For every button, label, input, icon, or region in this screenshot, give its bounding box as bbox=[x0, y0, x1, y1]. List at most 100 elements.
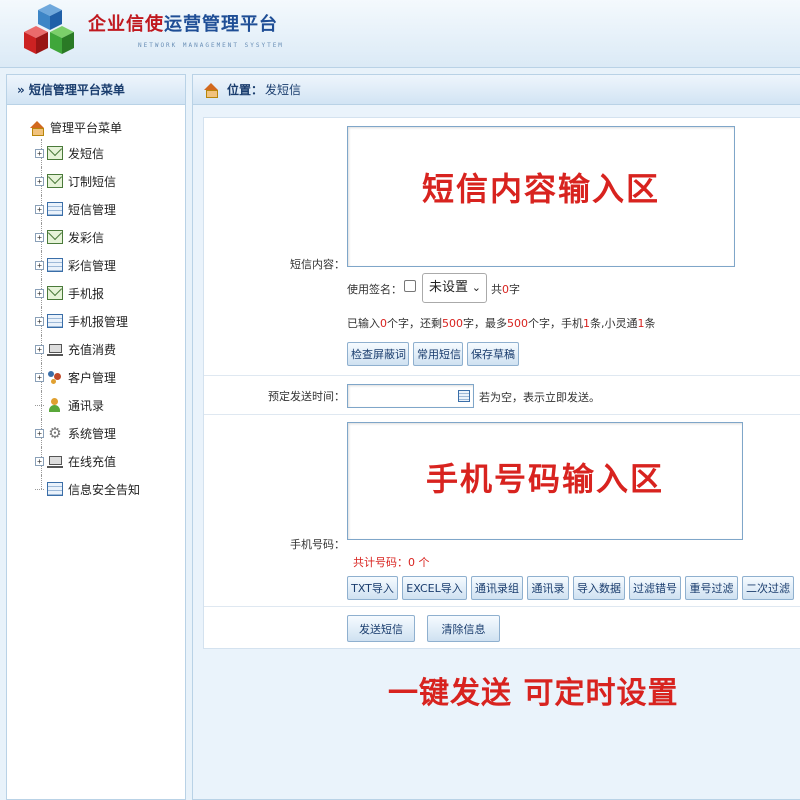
users-icon bbox=[47, 370, 63, 384]
stats-text-6: 条 bbox=[644, 317, 656, 330]
sidebar-item[interactable]: + 短信管理 bbox=[29, 195, 185, 223]
sidebar-item-label: 信息安全告知 bbox=[68, 482, 141, 497]
expand-icon[interactable]: + bbox=[35, 232, 44, 242]
phone-label: 手机号码： bbox=[290, 538, 345, 551]
breadcrumb-prefix: 位置： bbox=[227, 82, 264, 97]
sidebar-item-label: 订制短信 bbox=[68, 174, 117, 189]
mail-icon bbox=[47, 174, 63, 188]
sidebar-item[interactable]: + 手机报 bbox=[29, 279, 185, 307]
home-icon bbox=[203, 82, 219, 98]
expand-icon[interactable]: + bbox=[35, 372, 44, 382]
excel-import-button[interactable]: EXCEL导入 bbox=[402, 576, 467, 600]
brand-title-blue: 运营管理平台 bbox=[164, 14, 278, 35]
menu-tree-items: + 发短信 + 订制短信 + 短信管理 + 发彩信 + 彩信管理 + 手机报 + 手机报管理 + 充值消费 + 客… bbox=[29, 139, 185, 503]
send-sms-form: 短信内容输入区 短信内容： 使用签名： 未设置 ⌄ 共0字 已输入0个字，还剩5… bbox=[203, 117, 800, 649]
char-total-value: 0 bbox=[502, 283, 509, 296]
sidebar-item[interactable]: + 客户管理 bbox=[29, 363, 185, 391]
divider bbox=[204, 375, 800, 376]
filter-invalid-button[interactable]: 过滤错号 bbox=[629, 576, 681, 600]
sidebar-item-label: 通讯录 bbox=[68, 398, 105, 413]
cart-icon bbox=[47, 342, 63, 356]
contacts-button[interactable]: 通讯录 bbox=[527, 576, 569, 600]
brand-title-red: 企业信使 bbox=[88, 14, 164, 35]
filter-duplicates-button[interactable]: 重号过滤 bbox=[685, 576, 738, 600]
chevron-down-icon: ⌄ bbox=[471, 281, 481, 294]
user-icon bbox=[47, 398, 63, 412]
mail-icon bbox=[47, 286, 63, 300]
phone-numbers-textarea[interactable] bbox=[347, 422, 743, 540]
clear-info-button[interactable]: 清除信息 bbox=[427, 615, 500, 642]
expand-icon[interactable]: + bbox=[35, 456, 44, 466]
txt-import-button[interactable]: TXT导入 bbox=[347, 576, 398, 600]
check-blocked-words-button[interactable]: 检查屏蔽词 bbox=[347, 342, 409, 366]
sidebar-title: » 短信管理平台菜单 bbox=[7, 75, 185, 105]
stats-text-1: 已输入 bbox=[347, 317, 380, 330]
expand-icon[interactable]: + bbox=[35, 428, 44, 438]
sidebar-item[interactable]: + 发彩信 bbox=[29, 223, 185, 251]
import-data-button[interactable]: 导入数据 bbox=[573, 576, 625, 600]
sidebar-item-label: 短信管理 bbox=[68, 202, 117, 217]
calendar-icon[interactable] bbox=[458, 390, 470, 402]
sidebar: » 短信管理平台菜单 管理平台菜单 + 发短信 + 订制短信 + 短信管理 + 发彩信 + 彩信管… bbox=[6, 74, 186, 800]
mail-icon bbox=[47, 230, 63, 244]
cubes-logo bbox=[24, 4, 74, 54]
sms-content-textarea[interactable] bbox=[347, 126, 735, 267]
breadcrumb-current[interactable]: 发短信 bbox=[265, 75, 301, 105]
expand-icon[interactable]: + bbox=[35, 260, 44, 270]
signature-select[interactable]: 未设置 ⌄ bbox=[422, 273, 487, 303]
char-total-prefix: 共 bbox=[491, 283, 502, 296]
stats-value-5: 1 bbox=[637, 317, 645, 330]
cart-icon bbox=[47, 454, 63, 468]
tree-connector bbox=[35, 488, 44, 490]
sidebar-item[interactable]: + 订制短信 bbox=[29, 167, 185, 195]
sms-content-label: 短信内容： bbox=[290, 258, 345, 271]
sidebar-item-label: 发彩信 bbox=[68, 230, 105, 245]
sidebar-item[interactable]: + 在线充值 bbox=[29, 447, 185, 475]
secondary-filter-button[interactable]: 二次过滤 bbox=[742, 576, 794, 600]
sidebar-item[interactable]: 通讯录 bbox=[29, 391, 185, 419]
signature-checkbox[interactable] bbox=[404, 280, 416, 292]
sidebar-item[interactable]: 信息安全告知 bbox=[29, 475, 185, 503]
mail-icon bbox=[47, 146, 63, 160]
stats-text-2: 个字，还剩 bbox=[387, 317, 442, 330]
phone-count: 共计号码：0 个 bbox=[353, 556, 430, 569]
menu-tree: 管理平台菜单 + 发短信 + 订制短信 + 短信管理 + 发彩信 + 彩信管理 + 手机报 + 手机报管理… bbox=[7, 105, 185, 503]
stats-value-4: 1 bbox=[583, 317, 590, 330]
signature-label: 使用签名： bbox=[347, 283, 402, 296]
sidebar-item-label: 手机报 bbox=[68, 286, 105, 301]
brand-tagline: NETWORK MANAGEMENT SYSYTEM bbox=[138, 42, 284, 49]
contact-group-button[interactable]: 通讯录组 bbox=[471, 576, 523, 600]
expand-icon[interactable]: + bbox=[35, 148, 44, 158]
expand-icon[interactable]: + bbox=[35, 316, 44, 326]
send-sms-button[interactable]: 发送短信 bbox=[347, 615, 415, 642]
stats-text-3: 字，最多 bbox=[463, 317, 507, 330]
expand-icon[interactable]: + bbox=[35, 176, 44, 186]
signature-select-value: 未设置 bbox=[429, 280, 469, 295]
sidebar-item[interactable]: + 彩信管理 bbox=[29, 251, 185, 279]
table-icon bbox=[47, 258, 63, 272]
sidebar-item-label: 手机报管理 bbox=[68, 314, 129, 329]
menu-root-label: 管理平台菜单 bbox=[50, 121, 123, 135]
schedule-hint: 若为空，表示立即发送。 bbox=[479, 391, 600, 404]
sidebar-item[interactable]: + ⚙ 系统管理 bbox=[29, 419, 185, 447]
sidebar-item[interactable]: + 充值消费 bbox=[29, 335, 185, 363]
stats-value-3: 500 bbox=[507, 317, 528, 330]
stats-value-2: 500 bbox=[442, 317, 463, 330]
common-sms-button[interactable]: 常用短信 bbox=[413, 342, 463, 366]
char-total: 共0字 bbox=[491, 281, 520, 297]
schedule-time-input[interactable] bbox=[347, 384, 474, 408]
divider bbox=[204, 606, 800, 607]
menu-tree-root[interactable]: 管理平台菜单 bbox=[29, 117, 185, 139]
stats-value-1: 0 bbox=[380, 317, 387, 330]
expand-icon[interactable]: + bbox=[35, 288, 44, 298]
expand-icon[interactable]: + bbox=[35, 204, 44, 214]
sidebar-item[interactable]: + 发短信 bbox=[29, 139, 185, 167]
table-icon bbox=[47, 202, 63, 216]
sidebar-item-label: 充值消费 bbox=[68, 342, 117, 357]
divider bbox=[204, 414, 800, 415]
expand-icon[interactable]: + bbox=[35, 344, 44, 354]
save-draft-button[interactable]: 保存草稿 bbox=[467, 342, 519, 366]
sidebar-item[interactable]: + 手机报管理 bbox=[29, 307, 185, 335]
table-icon bbox=[47, 482, 63, 496]
char-total-suffix: 字 bbox=[509, 283, 520, 296]
